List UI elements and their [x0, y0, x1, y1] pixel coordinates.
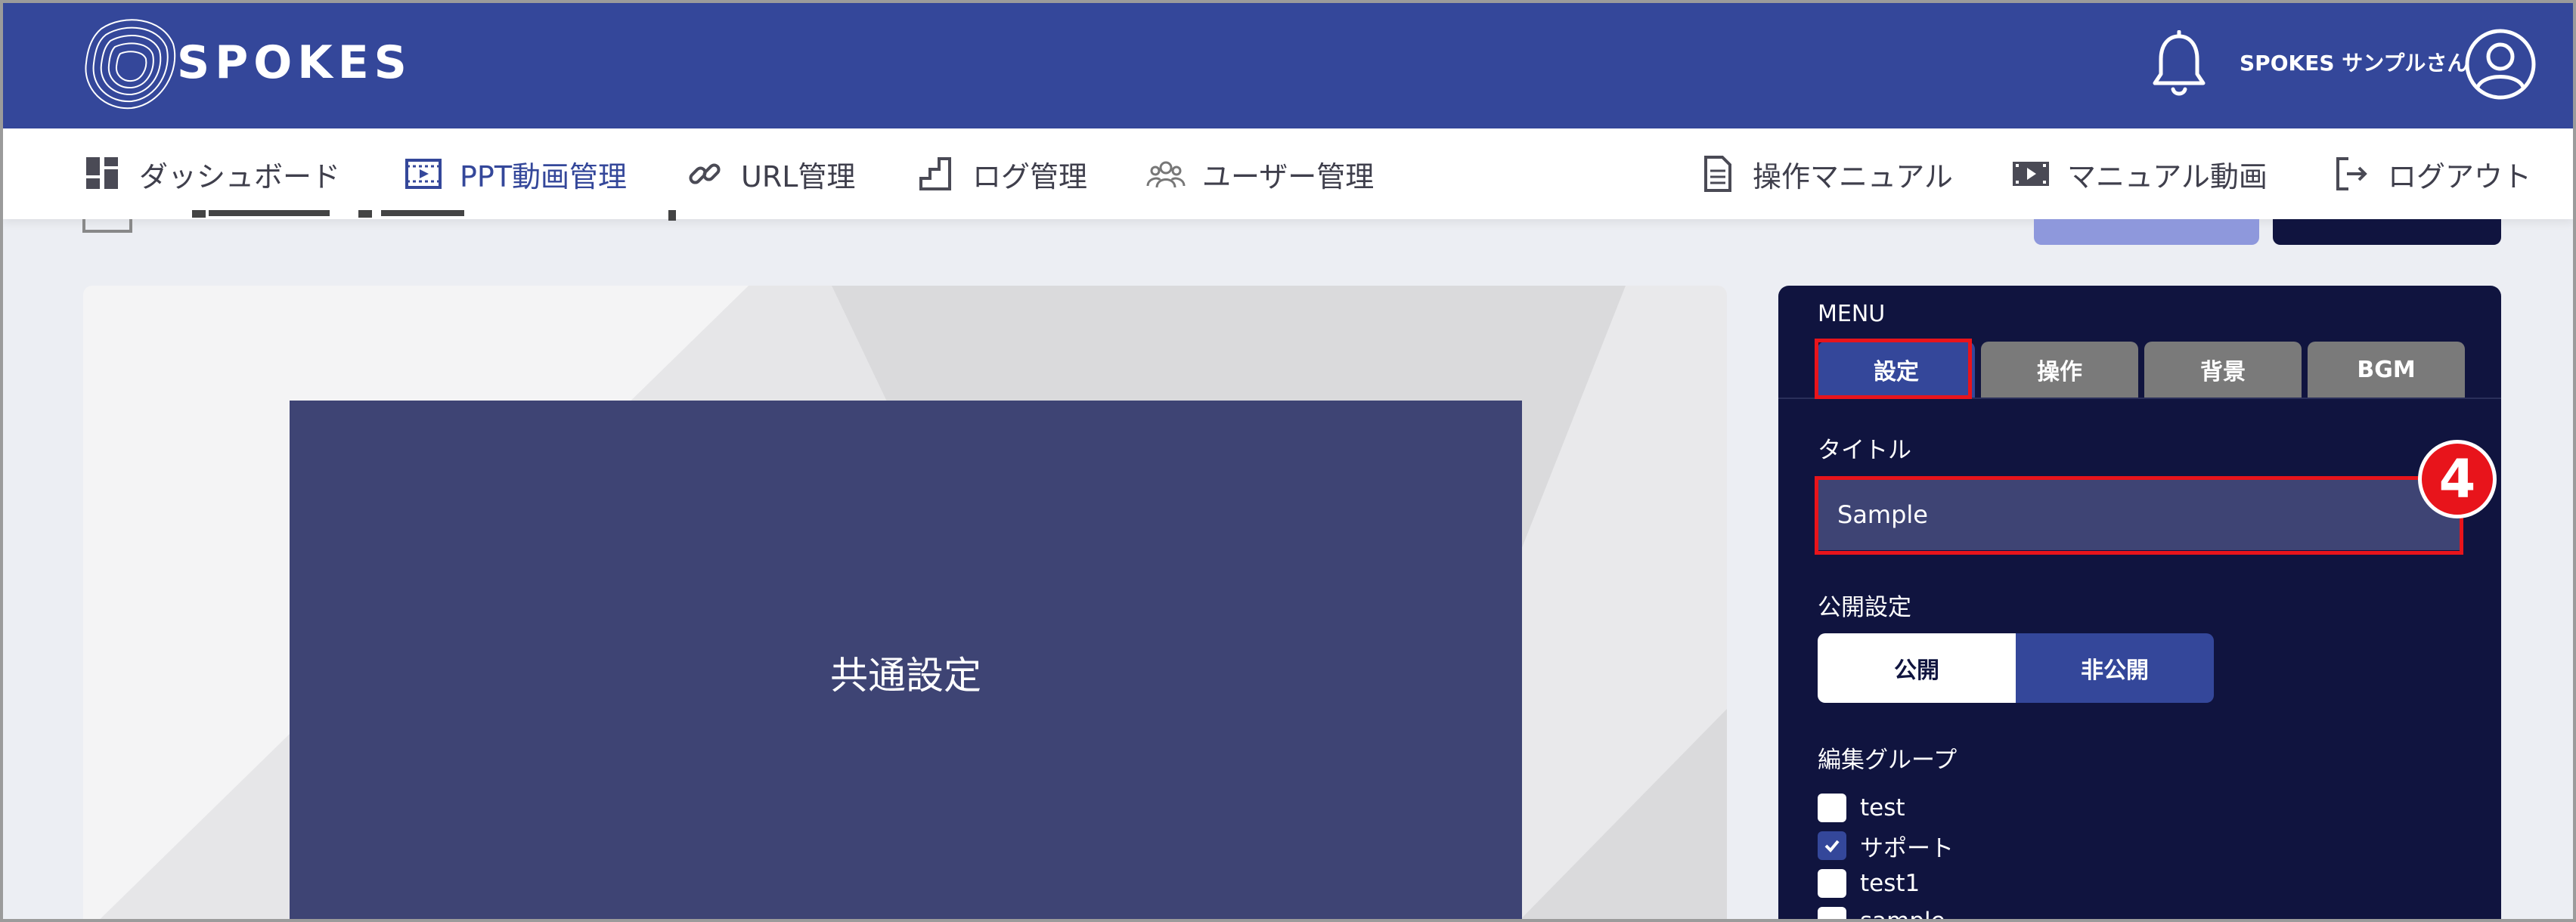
video-icon: [2013, 162, 2049, 186]
nav-item-manual-video[interactable]: マニュアル動画: [2011, 128, 2268, 219]
nav-label: 操作マニュアル: [1753, 159, 1953, 193]
video-preview: 共通設定: [83, 286, 1727, 919]
private-option[interactable]: 非公開: [2016, 633, 2214, 703]
nav-label: ユーザー管理: [1202, 159, 1375, 193]
checkbox[interactable]: [1818, 869, 1846, 898]
nav-item-log[interactable]: ログ管理: [916, 128, 1087, 219]
notification-bell-icon[interactable]: [2149, 30, 2209, 100]
nav-item-manual[interactable]: 操作マニュアル: [1697, 128, 1953, 219]
nav-item-ppt-video[interactable]: PPT動画管理: [404, 128, 627, 219]
back-icon[interactable]: [82, 219, 132, 233]
tab-operation[interactable]: 操作: [1981, 342, 2138, 398]
edit-group-label: 編集グループ: [1818, 747, 1958, 774]
top-header: SPOKES SPOKES サンプルさん: [3, 3, 2573, 128]
step-number-badge: 4: [2418, 440, 2497, 518]
nav-item-logout[interactable]: ログアウト: [2332, 128, 2531, 219]
edit-group-list: test サポート test1 sample: [1818, 789, 1954, 919]
save-button-peek[interactable]: [2273, 219, 2501, 245]
breadcrumb-clipped: [192, 210, 676, 221]
nav-label: ダッシュボード: [139, 159, 341, 193]
nav-label: ログ管理: [972, 159, 1088, 193]
app-frame: SPOKES SPOKES サンプルさん ダッシュボード PPT動画管理 URL…: [3, 3, 2573, 919]
chart-steps-icon: [919, 157, 951, 190]
film-icon: [405, 159, 442, 189]
highlight-box-title: [1815, 476, 2463, 555]
public-option[interactable]: 公開: [1818, 633, 2016, 703]
dashboard-icon: [86, 157, 118, 189]
group-item[interactable]: サポート: [1818, 827, 1954, 865]
tab-bgm[interactable]: BGM: [2308, 342, 2465, 398]
checkmark-icon: [1824, 840, 1840, 852]
slide-title: 共通設定: [830, 654, 981, 698]
brand-name: SPOKES: [177, 36, 412, 89]
spokes-logo-icon[interactable]: [79, 14, 181, 112]
nav-item-dashboard[interactable]: ダッシュボード: [83, 128, 340, 219]
checkbox[interactable]: [1818, 907, 1846, 919]
user-name[interactable]: SPOKES サンプルさん: [2240, 47, 2468, 77]
group-name: サポート: [1860, 834, 1954, 862]
tab-background[interactable]: 背景: [2144, 342, 2302, 398]
group-item[interactable]: test: [1818, 789, 1954, 827]
nav-label: URL管理: [741, 159, 856, 193]
user-avatar-icon[interactable]: [2464, 28, 2537, 101]
slide-thumbnail[interactable]: 共通設定: [290, 401, 1522, 919]
nav-label: ログアウト: [2388, 159, 2532, 193]
link-icon: [689, 163, 721, 184]
menu-label: MENU: [1818, 301, 1886, 327]
group-name: test1: [1860, 870, 1920, 897]
document-icon: [1704, 156, 1731, 192]
group-name: test: [1860, 794, 1905, 821]
preview-button-peek[interactable]: [2034, 219, 2259, 245]
nav-label: PPT動画管理: [460, 159, 628, 193]
highlight-box-tab: [1815, 339, 1972, 399]
checkbox[interactable]: [1818, 794, 1846, 822]
nav-item-users[interactable]: ユーザー管理: [1146, 128, 1374, 219]
nav-label: マニュアル動画: [2067, 159, 2268, 193]
visibility-label: 公開設定: [1818, 594, 1911, 621]
checkbox-checked[interactable]: [1818, 831, 1846, 860]
visibility-toggle: 公開 非公開: [1818, 633, 2214, 703]
title-label: タイトル: [1818, 437, 1911, 464]
nav-item-url[interactable]: URL管理: [685, 128, 855, 219]
group-item[interactable]: sample: [1818, 902, 1954, 919]
users-icon: [1146, 161, 1186, 188]
settings-panel: MENU 設定 操作 背景 BGM タイトル Sample 4 公開設定 公開 …: [1778, 286, 2501, 919]
group-item[interactable]: test1: [1818, 865, 1954, 902]
logout-icon: [2336, 157, 2367, 190]
main-nav: ダッシュボード PPT動画管理 URL管理 ログ管理 ユーザー管理 操作マニュア…: [3, 128, 2573, 219]
group-name: sample: [1860, 908, 1945, 919]
